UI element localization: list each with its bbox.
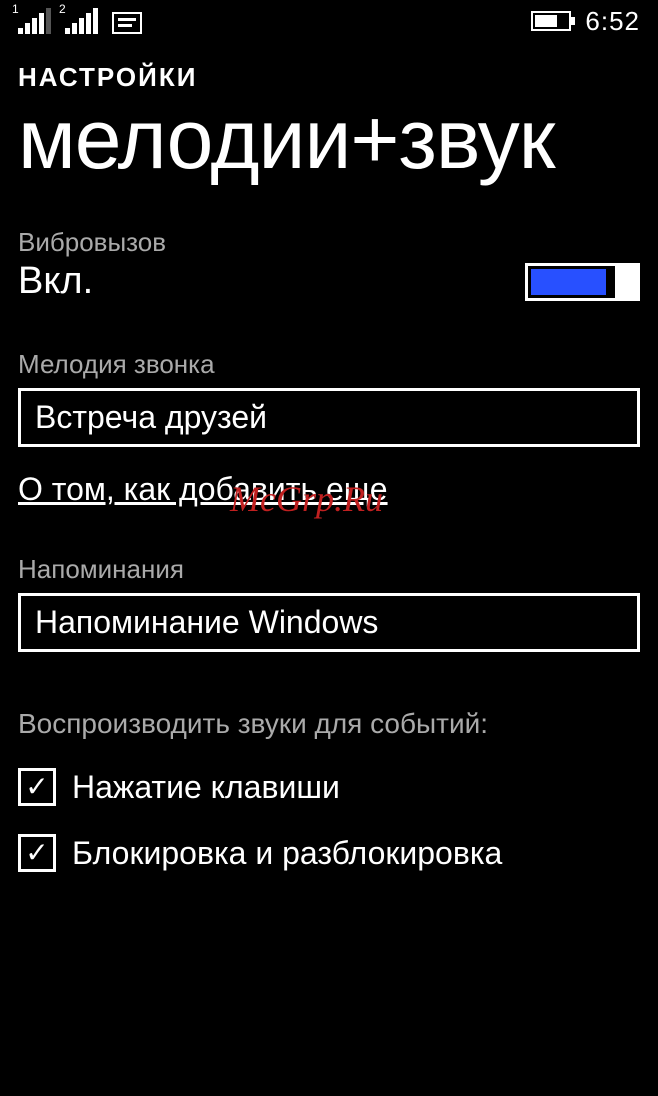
- vibrate-label: Вибровызов: [18, 227, 640, 258]
- signal-sim1-icon: 1: [18, 8, 51, 34]
- checkbox-lock[interactable]: ✓: [18, 834, 56, 872]
- sim1-label: 1: [12, 2, 19, 16]
- checkbox-row-lock[interactable]: ✓ Блокировка и разблокировка: [18, 834, 640, 872]
- status-bar: 1 2 6:52: [0, 0, 658, 40]
- battery-icon: [531, 11, 571, 31]
- breadcrumb: НАСТРОЙКИ: [18, 62, 640, 93]
- vibrate-state: Вкл.: [18, 260, 93, 303]
- reminders-select[interactable]: Напоминание Windows: [18, 593, 640, 652]
- add-more-link[interactable]: О том, как добавить еще: [18, 471, 388, 508]
- checkbox-keypress-label: Нажатие клавиши: [72, 769, 340, 806]
- checkbox-row-keypress[interactable]: ✓ Нажатие клавиши: [18, 768, 640, 806]
- reminders-label: Напоминания: [18, 554, 640, 585]
- status-right: 6:52: [531, 6, 640, 37]
- events-header: Воспроизводить звуки для событий:: [18, 708, 640, 740]
- signal-sim2-icon: 2: [65, 8, 98, 34]
- ringtone-select[interactable]: Встреча друзей: [18, 388, 640, 447]
- page-title: мелодии+звук: [18, 97, 640, 181]
- ringtone-label: Мелодия звонка: [18, 349, 640, 380]
- vibrate-toggle[interactable]: [525, 263, 640, 301]
- status-left: 1 2: [18, 8, 142, 34]
- clock: 6:52: [585, 6, 640, 37]
- checkbox-lock-label: Блокировка и разблокировка: [72, 835, 502, 872]
- sim2-label: 2: [59, 2, 66, 16]
- message-icon: [112, 12, 142, 34]
- checkbox-keypress[interactable]: ✓: [18, 768, 56, 806]
